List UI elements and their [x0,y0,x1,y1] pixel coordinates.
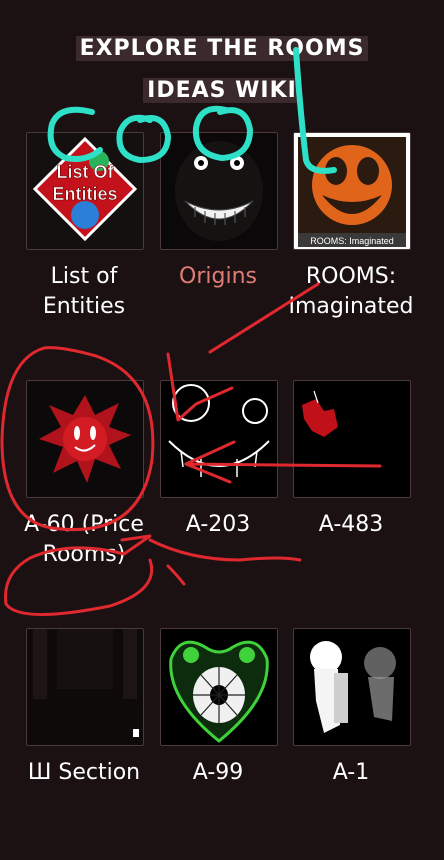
tile-a-99[interactable] [160,628,278,746]
label-rooms-imaginated[interactable]: ROOMS: Imaginated [281,262,421,322]
tile-sha-section[interactable] [26,628,144,746]
a60-thumbnail [27,381,143,497]
label-sha-section[interactable]: Ш Section [14,758,154,788]
a483-thumbnail [294,381,410,497]
sha-section-thumbnail [27,629,143,745]
tile-a-60[interactable] [26,380,144,498]
tile-a-483[interactable] [293,380,411,498]
a203-thumbnail [161,381,277,497]
a99-thumbnail [161,629,277,745]
entities-thumb-text-2: Entities [52,184,117,204]
tile-list-of-entities[interactable]: List Of Entities [26,132,144,250]
label-list-of-entities[interactable]: List of Entities [14,262,154,322]
label-a-483[interactable]: A-483 [281,510,421,540]
tile-a-203[interactable] [160,380,278,498]
label-a-60[interactable]: A-60 (Price Rooms) [14,510,154,570]
origins-thumbnail [161,133,277,249]
label-a-1[interactable]: A-1 [281,758,421,788]
entities-thumb-text-1: List Of [57,162,115,182]
tile-rooms-imaginated[interactable]: ROOMS: Imaginated [293,132,411,250]
label-origins[interactable]: Origins [148,262,288,292]
label-a-203[interactable]: A-203 [148,510,288,540]
label-a-99[interactable]: A-99 [148,758,288,788]
rooms-imaginated-caption: ROOMS: Imaginated [310,236,394,246]
a1-thumbnail [294,629,410,745]
entities-thumbnail: List Of Entities [27,133,143,249]
wiki-panel: EXPLORE THE ROOMS IDEAS WIKI List Of Ent… [0,0,444,860]
tile-a-1[interactable] [293,628,411,746]
tile-origins[interactable] [160,132,278,250]
rooms-imaginated-thumbnail: ROOMS: Imaginated [294,133,410,249]
rooms-grid: List Of Entities List of Entities Origin… [0,0,444,860]
